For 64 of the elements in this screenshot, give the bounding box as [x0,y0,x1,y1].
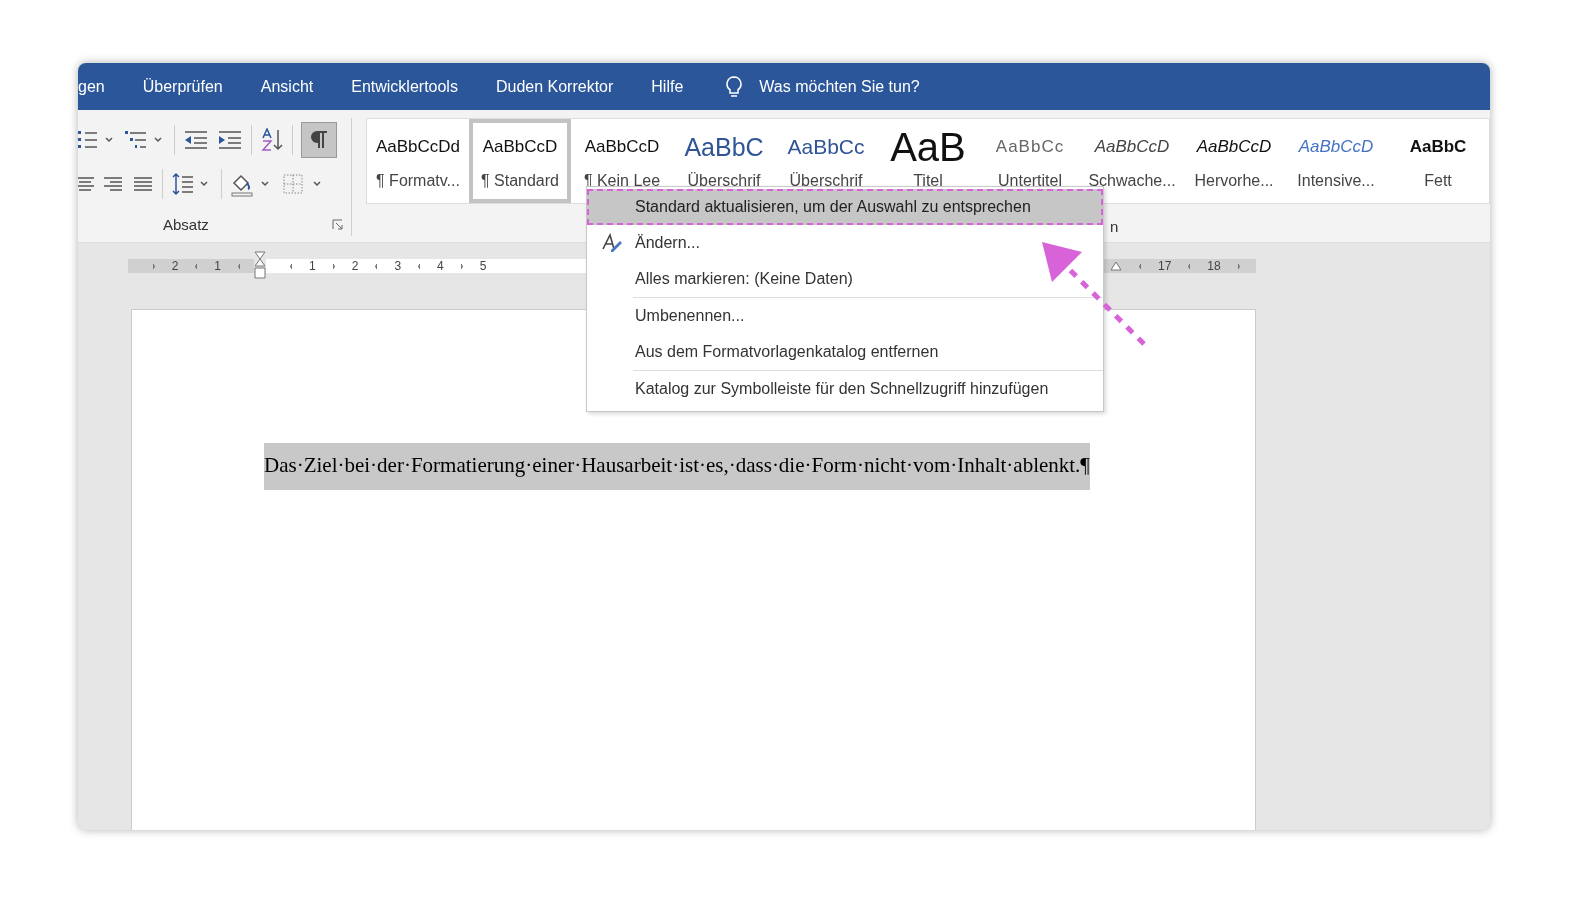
style-preview: AaBbCcD [584,136,660,158]
style-preview: AaBbCc [995,136,1065,158]
style-label: Schwache... [1088,172,1176,190]
tell-me-field[interactable]: Was möchten Sie tun? [759,77,920,96]
menu-item[interactable]: Ändern... [587,225,1103,261]
ruler-number: 5 [479,259,487,273]
style-item[interactable]: AaBbCcD Hervorhe... [1183,119,1285,203]
ruler-number: 1 [214,259,221,273]
style-preview: AaBbCc [787,134,865,160]
dialog-launcher-icon[interactable] [332,219,344,230]
style-preview: AaBbCcD [1298,136,1374,158]
align-center-icon[interactable] [78,175,94,193]
decrease-indent-icon[interactable] [183,129,209,151]
ruler-number: 18 [1207,259,1221,273]
style-preview: AaBbCcD [1094,136,1170,158]
style-label: Überschrif [789,172,863,190]
menu-item[interactable]: Alles markieren: (Keine Daten) [587,261,1103,297]
ribbon-tab[interactable]: Ansicht [260,77,314,96]
right-indent-marker-icon[interactable] [1110,261,1122,271]
ruler-number: 4 [437,259,444,273]
style-item[interactable]: AaBbCcD Intensive... [1285,119,1387,203]
ruler-number: 1 [309,259,316,273]
ribbon-tab[interactable]: gen [78,77,105,96]
ribbon-tab[interactable]: Entwicklertools [351,77,458,96]
style-preview: AaB [890,132,966,162]
style-item[interactable]: AaBbCcD ¶ Standard [469,119,571,203]
style-label: Hervorhe... [1194,172,1274,190]
style-label: Fett [1424,172,1452,190]
ruler-number: 2 [171,259,179,273]
group-label: Absatz [163,216,209,233]
numbered-list-icon[interactable] [78,129,116,151]
ribbon-tab[interactable]: Duden Korrektor [495,77,614,96]
ruler-number: 17 [1158,259,1172,273]
style-preview: AaBbCcD [482,136,558,158]
menu-item[interactable]: Aus dem Formatvorlagenkatalog entfernen [587,334,1103,370]
align-right-icon[interactable] [102,175,124,193]
style-preview: AaBbC [1409,136,1467,158]
menu-item[interactable]: Katalog zur Symbolleiste für den Schnellzugriff hinzufügen [587,371,1103,407]
style-label: ¶ Formatv... [376,172,460,190]
lightbulb-icon [725,74,744,99]
style-preview: AaBbCcD [1196,136,1272,158]
style-item[interactable]: AaBbCcDd ¶ Formatv... [367,119,469,203]
style-preview: AaBbC [684,132,764,162]
indent-marker-icon[interactable] [254,251,266,281]
menu-item[interactable]: Standard aktualisieren, um der Auswahl zu entsprechen [587,189,1103,225]
ruler-number: 3 [394,259,402,273]
style-label: Titel [913,172,943,190]
style-label: Untertitel [998,172,1062,190]
style-item[interactable]: AaBbC Fett [1387,119,1489,203]
sort-icon[interactable] [260,128,284,152]
ribbon-tab[interactable]: Überprüfen [142,77,223,96]
edit-style-icon [601,233,623,253]
justify-icon[interactable] [132,175,154,193]
formatting-marks-icon[interactable] [301,122,337,158]
style-label: Überschrif [687,172,761,190]
style-label: Intensive... [1297,172,1375,190]
style-label: ¶ Standard [481,172,559,190]
menu-item[interactable]: Umbenennen... [587,298,1103,334]
ruler-number: 2 [351,259,359,273]
style-preview: AaBbCcDd [375,136,461,158]
selected-paragraph: Das·Ziel·bei·der·Formatierung·einer·Hausarbeit·ist·es,·dass·die·Form·nicht·vom·Inhalt·ablenkt.¶ [264,443,1090,490]
group-label: n [1110,218,1120,235]
increase-indent-icon[interactable] [217,129,243,151]
ribbon-tab[interactable]: Hilfe [651,77,684,96]
